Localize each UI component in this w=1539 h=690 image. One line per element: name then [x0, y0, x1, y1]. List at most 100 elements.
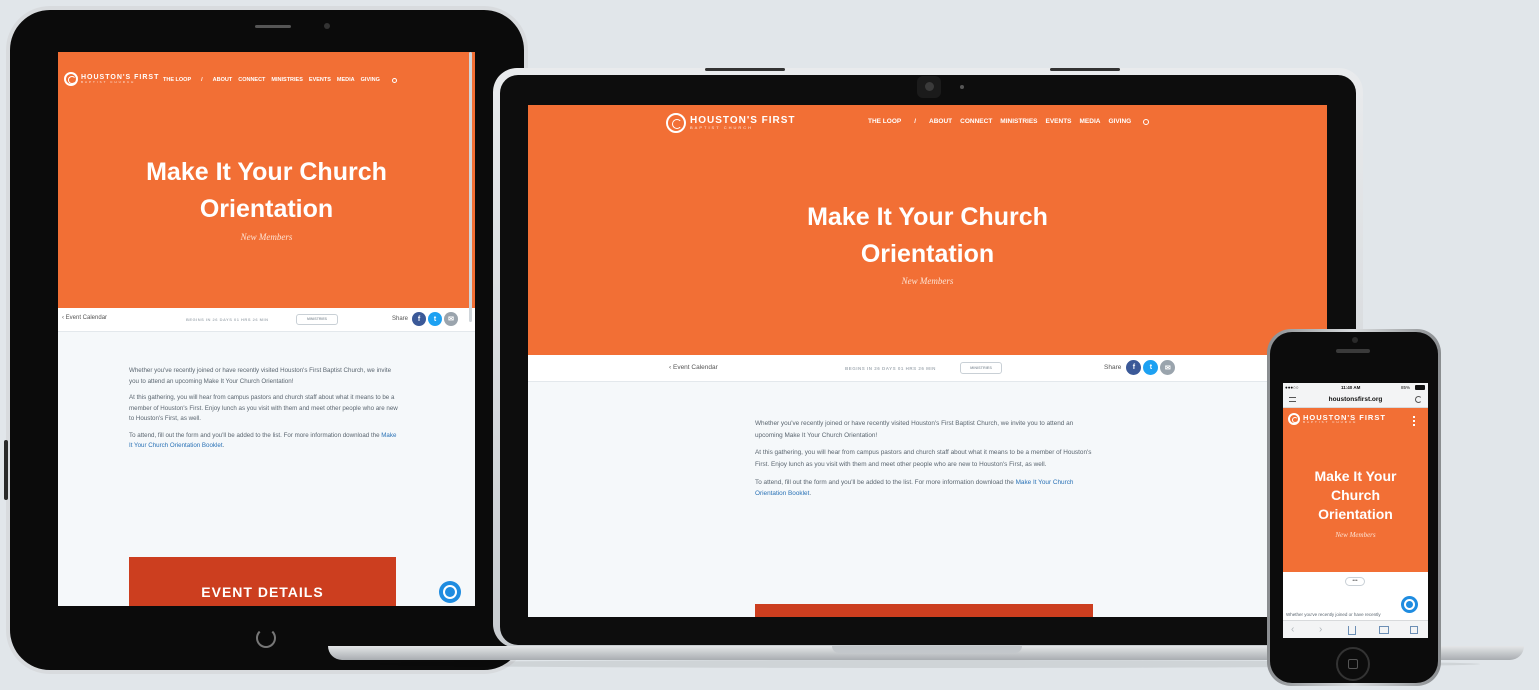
paragraph-1: Whether you've recently joined or have r…	[755, 420, 1074, 439]
tabs-icon[interactable]	[1410, 626, 1418, 634]
share-group: Share f t ✉	[392, 312, 459, 326]
laptop-subtitle: New Members	[901, 276, 954, 286]
category-tag[interactable]: MINISTRIES	[960, 362, 1002, 374]
search-icon[interactable]	[1143, 118, 1150, 125]
facebook-icon[interactable]: f	[412, 312, 427, 326]
email-icon[interactable]: ✉	[444, 312, 459, 326]
logo-sub: BAPTIST CHURCH	[81, 80, 136, 84]
laptop-title-line-2: Orientation	[860, 240, 995, 268]
nav-item-giving[interactable]: GIVING	[361, 77, 380, 83]
back-to-calendar-link[interactable]: ‹ Event Calendar	[669, 364, 718, 371]
phone-camera	[1352, 337, 1358, 343]
nav-item-connect[interactable]: CONNECT	[238, 77, 265, 83]
share-icon[interactable]	[1348, 626, 1356, 635]
twitter-icon[interactable]: t	[1143, 360, 1159, 375]
laptop-hinge-left	[705, 68, 785, 71]
nav-item-events[interactable]: EVENTS	[309, 77, 331, 83]
reload-icon[interactable]	[1415, 396, 1422, 403]
tablet-power-icon[interactable]	[256, 628, 276, 648]
tablet-camera	[324, 23, 330, 29]
tablet-scrollbar[interactable]	[469, 52, 472, 322]
paragraph-2: At this gathering, you will hear from ca…	[129, 394, 398, 423]
countdown: BEGINS IN 26 DAYS 01 HRS 26 MIN	[186, 317, 269, 322]
event-details-button[interactable]: EVENT DETAILS	[129, 557, 396, 606]
tablet-speaker	[255, 25, 291, 28]
laptop-indicator	[960, 85, 964, 89]
church-logo-icon	[1288, 413, 1300, 425]
laptop-logo[interactable]: HOUSTON'S FIRST BAPTIST CHURCH	[666, 113, 796, 133]
bookmarks-icon[interactable]	[1379, 626, 1389, 634]
twitter-icon[interactable]: t	[428, 312, 443, 326]
tablet-side-button[interactable]	[4, 440, 8, 500]
church-logo-icon	[666, 113, 686, 133]
battery-level: 85%	[1401, 385, 1411, 390]
url-bar[interactable]: houstonsfirst.org	[1283, 392, 1428, 408]
laptop-title-line-1: Make It Your Church	[807, 203, 1048, 231]
nav-divider: /	[201, 77, 203, 83]
paragraph-3: To attend, fill out the form and you'll …	[129, 431, 397, 450]
email-icon[interactable]: ✉	[1160, 360, 1176, 375]
nav-item-the-loop[interactable]: THE LOOP	[163, 77, 191, 83]
tablet-body-text: Whether you've recently joined or have r…	[129, 366, 399, 458]
share-label: Share	[1104, 364, 1122, 371]
tablet-info-bar: ‹ Event Calendar BEGINS IN 26 DAYS 01 HR…	[58, 308, 475, 332]
nav-item-ministries[interactable]: MINISTRIES	[1000, 118, 1037, 125]
phone-title-line-3: Orientation	[1318, 506, 1393, 522]
nav-item-events[interactable]: EVENTS	[1046, 118, 1072, 125]
search-icon[interactable]	[391, 77, 397, 83]
phone-logo[interactable]: HOUSTON'S FIRST BAPTIST CHURCH	[1288, 413, 1386, 425]
nav-item-about[interactable]: ABOUT	[929, 118, 952, 125]
paragraph-2: At this gathering, you will hear from ca…	[755, 449, 1092, 468]
countdown: BEGINS IN 26 DAYS 01 HRS 26 MIN	[845, 366, 936, 371]
nav-divider: /	[914, 118, 917, 125]
laptop-hinge-right	[1050, 68, 1120, 71]
tablet-subtitle: New Members	[240, 232, 293, 242]
phone-more-icon[interactable]	[1413, 416, 1415, 426]
nav-item-the-loop[interactable]: THE LOOP	[868, 118, 901, 125]
status-bar: ●●●○○ 11:40 AM 85%	[1283, 383, 1428, 392]
tablet-logo[interactable]: HOUSTON'S FIRST BAPTIST CHURCH	[64, 72, 159, 86]
paragraph-3: To attend, fill out the form and you'll …	[755, 478, 1074, 498]
nav-item-ministries[interactable]: MINISTRIES	[271, 77, 302, 83]
paragraph-1: Whether you've recently joined or have r…	[129, 367, 392, 385]
category-tag[interactable]: MINISTRIES	[296, 314, 338, 325]
church-logo-icon	[64, 72, 78, 86]
nav-item-media[interactable]: MEDIA	[337, 77, 355, 83]
tablet-title-line-1: Make It Your Church	[146, 158, 387, 186]
phone-screen: ●●●○○ 11:40 AM 85% houstonsfirst.org HOU…	[1283, 383, 1428, 638]
phone-more-button[interactable]: •••	[1345, 577, 1365, 586]
back-to-calendar-link[interactable]: ‹ Event Calendar	[62, 315, 107, 321]
signal-indicator: ●●●○○	[1285, 385, 1299, 390]
nav-item-media[interactable]: MEDIA	[1080, 118, 1101, 125]
url-text: houstonsfirst.org	[1328, 396, 1383, 403]
nav-item-connect[interactable]: CONNECT	[960, 118, 992, 125]
logo-sub: BAPTIST CHURCH	[690, 125, 754, 130]
nav-item-about[interactable]: ABOUT	[213, 77, 233, 83]
chat-button-icon[interactable]	[439, 581, 461, 603]
laptop-nav: THE LOOP / ABOUT CONNECT MINISTRIES EVEN…	[868, 118, 1150, 125]
nav-item-giving[interactable]: GIVING	[1108, 118, 1131, 125]
tablet-nav: THE LOOP / ABOUT CONNECT MINISTRIES EVEN…	[163, 77, 397, 83]
facebook-icon[interactable]: f	[1126, 360, 1142, 375]
chat-button-icon[interactable]	[1401, 596, 1418, 613]
forward-arrow-icon[interactable]: ›	[1319, 624, 1322, 635]
laptop-info-bar: ‹ Event Calendar BEGINS IN 26 DAYS 01 HR…	[528, 355, 1327, 382]
status-time: 11:40 AM	[1341, 385, 1361, 390]
phone-title-line-1: Make It Your	[1314, 468, 1397, 484]
battery-icon	[1415, 385, 1425, 390]
browser-toolbar: ‹ ›	[1283, 620, 1428, 638]
laptop-body-text: Whether you've recently joined or have r…	[755, 418, 1095, 506]
back-arrow-icon[interactable]: ‹	[1291, 624, 1294, 635]
phone-home-square	[1348, 659, 1358, 669]
event-details-button[interactable]	[755, 604, 1093, 617]
phone-speaker	[1336, 349, 1370, 353]
laptop-screen: HOUSTON'S FIRST BAPTIST CHURCH THE LOOP …	[528, 105, 1327, 617]
tablet-screen: HOUSTON'S FIRST BAPTIST CHURCH THE LOOP …	[58, 52, 475, 606]
laptop-base-notch	[832, 646, 1022, 653]
tablet-title-line-2: Orientation	[199, 195, 334, 223]
share-group: Share f t ✉	[1104, 360, 1176, 375]
logo-sub: BAPTIST CHURCH	[1303, 420, 1358, 425]
phone-subtitle: New Members	[1335, 531, 1376, 539]
share-label: Share	[392, 316, 409, 322]
phone-title-line-2: Church	[1331, 487, 1380, 503]
